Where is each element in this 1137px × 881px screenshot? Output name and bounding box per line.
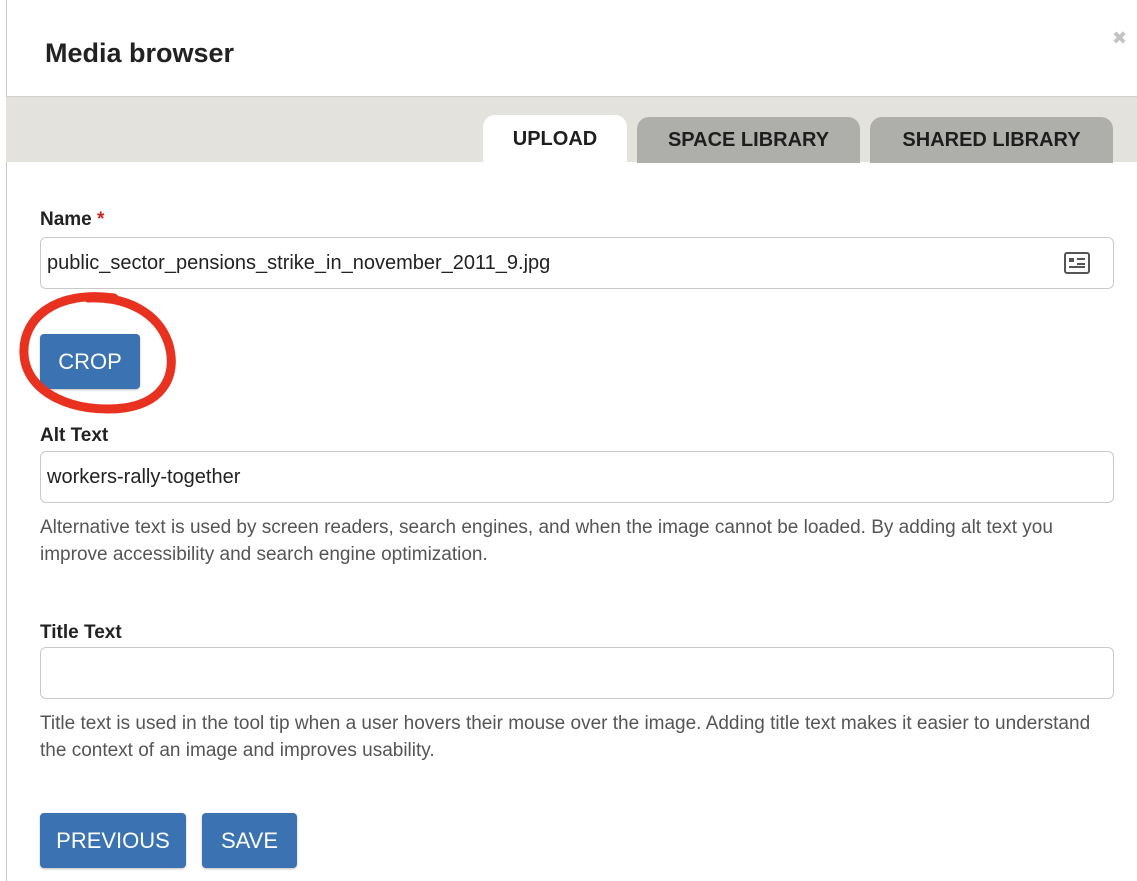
- title-text-input[interactable]: [40, 647, 1114, 699]
- tab-bar: UPLOAD SPACE LIBRARY SHARED LIBRARY: [6, 96, 1137, 163]
- tab-upload[interactable]: UPLOAD: [483, 115, 627, 163]
- contact-card-icon[interactable]: [1064, 252, 1090, 274]
- required-marker: *: [97, 209, 105, 230]
- tab-space-library[interactable]: SPACE LIBRARY: [637, 117, 860, 163]
- dialog-title: Media browser: [45, 38, 235, 68]
- name-label: Name *: [40, 209, 104, 231]
- title-text-help: Title text is used in the tool tip when …: [40, 713, 1091, 761]
- save-button[interactable]: SAVE: [202, 813, 297, 868]
- name-label-text: Name: [40, 209, 92, 230]
- tab-shared-library[interactable]: SHARED LIBRARY: [870, 117, 1113, 163]
- alt-text-help: Alternative text is used by screen reade…: [40, 517, 1053, 565]
- close-icon[interactable]: ✖: [1112, 28, 1127, 49]
- title-text-label: Title Text: [40, 622, 122, 643]
- alt-text-input[interactable]: [40, 451, 1114, 503]
- name-input[interactable]: [40, 237, 1114, 289]
- alt-text-label: Alt Text: [40, 425, 109, 446]
- previous-button[interactable]: PREVIOUS: [40, 813, 186, 868]
- crop-button[interactable]: CROP: [40, 334, 140, 389]
